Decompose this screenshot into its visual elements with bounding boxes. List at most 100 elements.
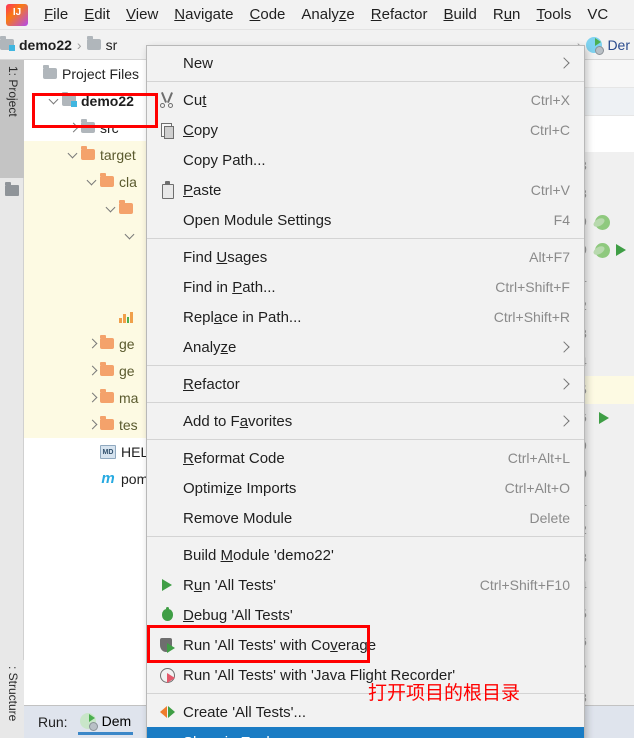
menu-item-add-to-favorites[interactable]: Add to Favorites [147, 406, 584, 436]
chevron-down-icon[interactable] [123, 229, 137, 243]
menu-item-shortcut: Ctrl+Shift+F [495, 279, 570, 295]
menu-icon-placeholder [157, 449, 179, 467]
menu-item-label: Analyze [183, 338, 237, 356]
breadcrumb-item-src[interactable]: sr [86, 36, 118, 53]
menu-code[interactable]: Code [242, 3, 294, 26]
chevron-down-icon[interactable] [66, 148, 80, 162]
menu-item-paste[interactable]: Paste Ctrl+V [147, 175, 584, 205]
folder-icon [81, 146, 95, 160]
menu-item-new[interactable]: New [147, 48, 584, 78]
tree-item-label: ma [119, 389, 139, 406]
menu-navigate[interactable]: Navigate [166, 3, 241, 26]
breadcrumb-label: sr [105, 36, 118, 53]
menu-item-refactor[interactable]: Refactor [147, 369, 584, 399]
menu-item-label: Refactor [183, 375, 240, 393]
menu-item-shortcut: Ctrl+Shift+F10 [479, 577, 570, 593]
menu-analyze[interactable]: Analyze [293, 3, 362, 26]
menu-item-analyze[interactable]: Analyze [147, 332, 584, 362]
menu-item-debug-all-tests[interactable]: Debug 'All Tests' [147, 600, 584, 630]
folder-icon [81, 119, 95, 133]
breadcrumb-item-demo22[interactable]: demo22 [0, 36, 72, 53]
folder-icon [5, 182, 19, 196]
menu-item-show-in-explorer[interactable]: Show in Explorer [147, 727, 584, 738]
menu-item-find-usages[interactable]: Find Usages Alt+F7 [147, 242, 584, 272]
menu-bar-items: File Edit View Navigate Code Analyze Refactor B… [36, 3, 616, 26]
tool-tab-structure[interactable]: : Structure [0, 660, 24, 738]
menu-item-label: Paste [183, 181, 222, 199]
menu-icon-placeholder [157, 546, 179, 564]
menu-tools[interactable]: Tools [528, 3, 579, 26]
menu-icon-placeholder [157, 509, 179, 527]
run-tab-label: Dem [101, 713, 132, 729]
menu-icon-placeholder [157, 338, 179, 356]
menu-item-shortcut: Alt+F7 [529, 249, 570, 265]
menu-icon-placeholder [157, 412, 179, 430]
chevron-right-icon[interactable] [85, 418, 99, 432]
context-menu[interactable]: New Cut Ctrl+X Copy Ctrl+C Copy Path... Paste C… [146, 45, 585, 738]
menu-item-run-all-tests-with-coverage[interactable]: Run 'All Tests' with Coverage [147, 630, 584, 660]
chevron-down-icon[interactable] [104, 202, 118, 216]
menu-item-find-in-path[interactable]: Find in Path... Ctrl+Shift+F [147, 272, 584, 302]
menu-separator [147, 402, 584, 403]
menu-item-copy[interactable]: Copy Ctrl+C [147, 115, 584, 145]
run-config-label: Der [607, 36, 630, 53]
menu-separator [147, 536, 584, 537]
chevron-right-icon[interactable] [66, 121, 80, 135]
menu-item-reformat-code[interactable]: Reformat Code Ctrl+Alt+L [147, 443, 584, 473]
play-icon[interactable] [599, 412, 609, 424]
menu-item-build-module-demo22[interactable]: Build Module 'demo22' [147, 540, 584, 570]
chevron-right-icon[interactable] [85, 364, 99, 378]
menu-item-cut[interactable]: Cut Ctrl+X [147, 85, 584, 115]
menu-item-label: Copy [183, 121, 219, 139]
menu-icon-placeholder [157, 211, 179, 229]
menu-item-remove-module[interactable]: Remove Module Delete [147, 503, 584, 533]
test-run-icon[interactable] [595, 242, 610, 258]
menu-refactor[interactable]: Refactor [363, 3, 436, 26]
folder-icon [100, 389, 114, 403]
menu-item-label: Remove Module [183, 509, 293, 527]
chevron-right-icon[interactable] [85, 337, 99, 351]
folder-icon [100, 335, 114, 349]
chevron-right-icon[interactable] [85, 391, 99, 405]
menu-item-shortcut: Ctrl+Shift+R [493, 309, 570, 325]
menu-item-label: Create 'All Tests'... [183, 703, 306, 721]
breadcrumb-separator: › [76, 36, 82, 53]
menu-item-copy-path[interactable]: Copy Path... [147, 145, 584, 175]
menu-item-label: Add to Favorites [183, 412, 293, 430]
tree-item-label: tes [119, 416, 138, 433]
menu-file[interactable]: File [36, 3, 76, 26]
menu-item-optimize-imports[interactable]: Optimize Imports Ctrl+Alt+O [147, 473, 584, 503]
menu-item-label: Reformat Code [183, 449, 285, 467]
menu-item-label: Cut [183, 91, 207, 109]
chevron-down-icon[interactable] [47, 94, 61, 108]
run-tab-selected[interactable]: Dem [77, 709, 134, 735]
menu-run[interactable]: Run [485, 3, 529, 26]
menu-item-run-all-tests[interactable]: Run 'All Tests' Ctrl+Shift+F10 [147, 570, 584, 600]
folder-icon [100, 416, 114, 430]
menu-edit[interactable]: Edit [76, 3, 118, 26]
menu-vc[interactable]: VC [579, 3, 616, 26]
menu-icon-placeholder [157, 278, 179, 296]
menu-item-label: Open Module Settings [183, 211, 332, 229]
menu-item-label: Debug 'All Tests' [183, 606, 293, 624]
menu-item-open-module-settings[interactable]: Open Module Settings F4 [147, 205, 584, 235]
play-icon[interactable] [616, 244, 626, 256]
menu-item-replace-in-path[interactable]: Replace in Path... Ctrl+Shift+R [147, 302, 584, 332]
menu-icon-placeholder [157, 248, 179, 266]
menu-bar: FileEditViewNavigateCodeAnalyzeRefactorB… [0, 0, 634, 30]
menu-build[interactable]: Build [435, 3, 484, 26]
folder-icon [100, 173, 114, 187]
menu-view[interactable]: View [118, 3, 166, 26]
chevron-down-icon[interactable] [85, 175, 99, 189]
left-tool-strip: 1: Project : Structure [0, 60, 24, 738]
tool-tab-project[interactable]: 1: Project [0, 60, 24, 178]
test-icon[interactable] [595, 214, 610, 230]
tree-item-label: ge [119, 335, 135, 352]
run-window-label: Run: [38, 714, 68, 730]
menu-icon-placeholder [157, 733, 179, 738]
